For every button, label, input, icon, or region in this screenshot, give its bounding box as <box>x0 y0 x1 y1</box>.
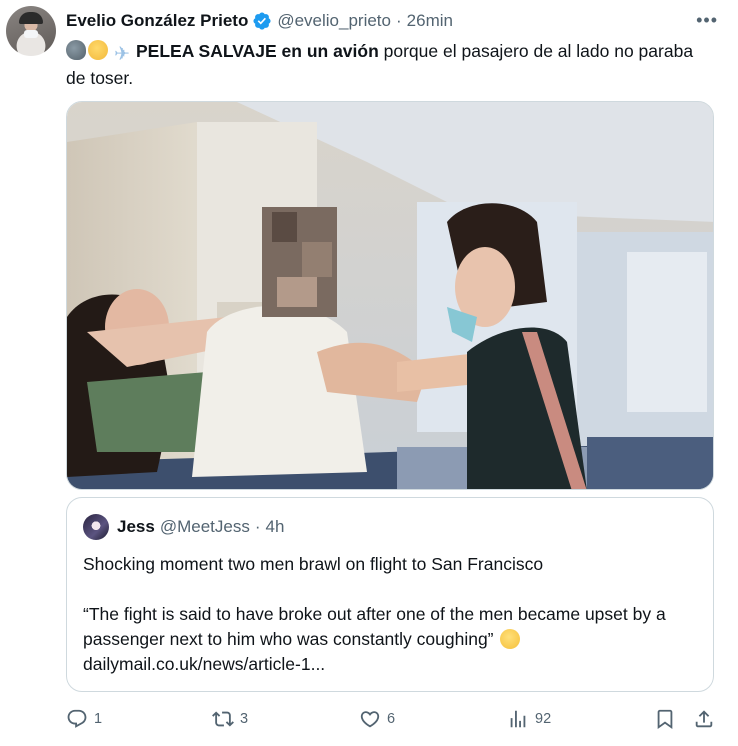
airplane-emoji: ✈ <box>114 44 130 65</box>
separator-dot: · <box>395 11 402 30</box>
quoted-text-quote: “The fight is said to have broke out aft… <box>83 604 666 649</box>
reply-button[interactable]: 1 <box>66 708 102 730</box>
views-button[interactable]: 92 <box>507 708 551 730</box>
retweet-icon <box>212 711 234 727</box>
author-display-name[interactable]: Evelio González Prieto <box>66 11 248 31</box>
bookmark-icon <box>657 709 673 730</box>
tweet-text-bold: PELEA SALVAJE en un avión <box>136 41 379 61</box>
quoted-link[interactable]: dailymail.co.uk/news/article-1... <box>83 652 703 677</box>
quoted-display-name: Jess <box>117 517 155 536</box>
quoted-tweet[interactable]: Jess @MeetJess · 4h Shocking moment two … <box>66 497 714 692</box>
retweet-count: 3 <box>240 711 249 727</box>
airplane-fight-photo <box>67 102 713 489</box>
tweet-text: ✈ PELEA SALVAJE en un avión porque el pas… <box>66 38 716 91</box>
quoted-tweet-header: Jess @MeetJess · 4h <box>83 514 284 540</box>
hugging-face-emoji <box>499 629 520 649</box>
views-count: 92 <box>535 711 552 727</box>
tweet-actions-bar: 1 3 6 92 <box>66 706 718 734</box>
tweet-media-image[interactable] <box>66 101 714 490</box>
share-icon <box>695 710 713 728</box>
avatar[interactable] <box>6 6 56 56</box>
verified-badge-icon <box>253 12 271 30</box>
tweet-timestamp[interactable]: 26min <box>407 11 453 31</box>
like-count: 6 <box>387 711 396 727</box>
share-button[interactable] <box>693 708 715 730</box>
heart-icon <box>360 711 380 728</box>
speaking-head-emoji <box>66 40 86 60</box>
views-chart-icon <box>510 710 526 728</box>
reply-count: 1 <box>94 711 103 727</box>
tweet-header: Evelio González Prieto @evelio_prieto · … <box>66 10 453 32</box>
retweet-button[interactable]: 3 <box>212 708 248 730</box>
grimacing-face-emoji <box>88 40 108 60</box>
quoted-text-line1: Shocking moment two men brawl on flight … <box>83 554 544 574</box>
bookmark-button[interactable] <box>654 708 676 730</box>
quoted-avatar <box>83 514 109 540</box>
like-button[interactable]: 6 <box>359 708 395 730</box>
reply-icon <box>67 709 87 728</box>
more-options-icon[interactable]: ••• <box>696 10 718 31</box>
quoted-timestamp: 4h <box>265 517 285 536</box>
author-handle[interactable]: @evelio_prieto <box>277 11 391 31</box>
quoted-separator-dot: · <box>254 517 261 536</box>
quoted-handle: @MeetJess <box>159 517 250 536</box>
quoted-tweet-text: Shocking moment two men brawl on flight … <box>83 552 703 677</box>
